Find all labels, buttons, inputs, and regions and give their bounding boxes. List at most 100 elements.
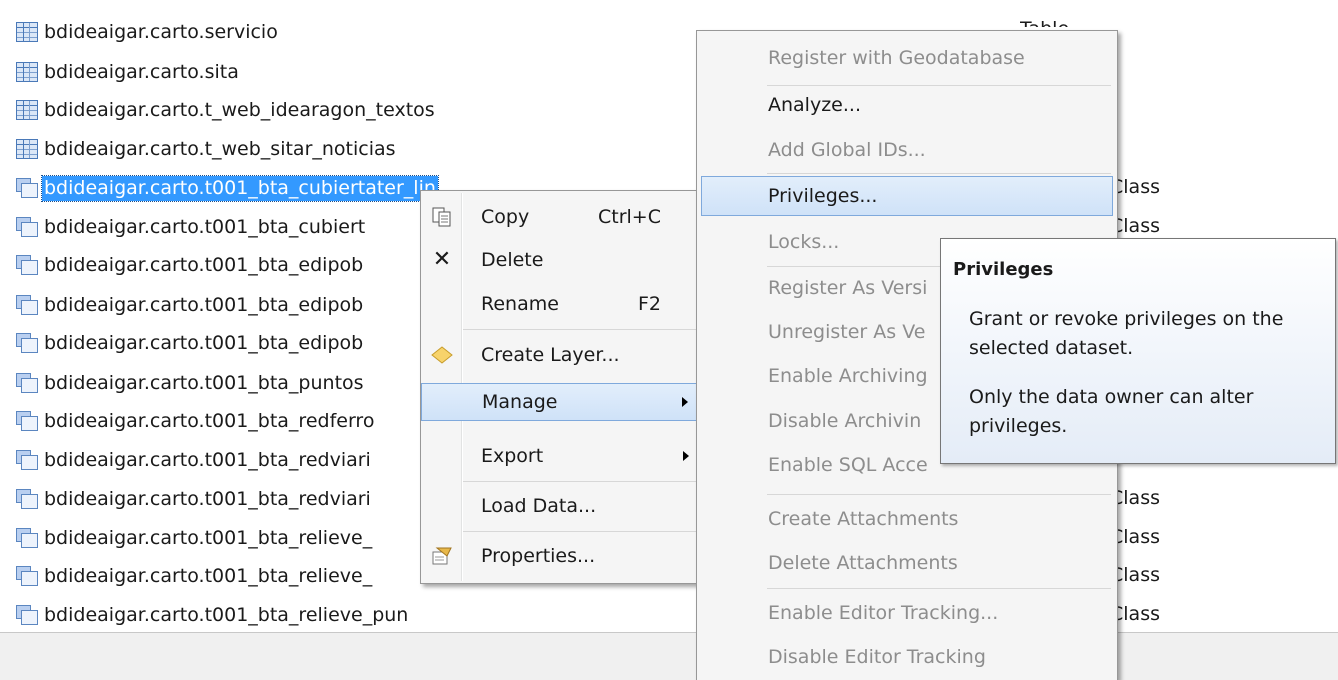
feature-class-icon xyxy=(16,411,38,431)
list-item[interactable]: bdideaigar.carto.t001_bta_redviari xyxy=(16,447,373,473)
menu-item-label: Create Attachments xyxy=(768,508,959,530)
menu-item-label: Delete xyxy=(481,249,544,271)
item-name: bdideaigar.carto.t001_bta_edipob xyxy=(44,331,364,354)
menu-item-label: Enable Archiving xyxy=(768,365,928,387)
list-item[interactable]: bdideaigar.carto.t001_bta_cubiert xyxy=(16,214,367,240)
table-icon xyxy=(16,139,38,159)
layer-icon xyxy=(431,346,453,364)
menu-item-label: Export xyxy=(481,445,544,467)
feature-class-icon xyxy=(16,605,38,625)
context-menu: Copy Ctrl+C ✕ Delete Rename F2 Create La… xyxy=(420,190,702,584)
list-item[interactable]: bdideaigar.carto.t001_bta_relieve_pun xyxy=(16,602,410,628)
item-name: bdideaigar.carto.t_web_idearagon_textos xyxy=(44,98,435,121)
feature-class-icon xyxy=(16,489,38,509)
menu-item-label: Load Data... xyxy=(481,495,597,517)
item-name: bdideaigar.carto.t001_bta_redferro xyxy=(44,409,375,432)
item-name: bdideaigar.carto.t001_bta_relieve_ xyxy=(44,526,373,549)
menu-item-label: Enable SQL Acce xyxy=(768,454,928,476)
item-name: bdideaigar.carto.t001_bta_relieve_ xyxy=(44,564,373,587)
menu-item-create-layer[interactable]: Create Layer... xyxy=(423,336,699,374)
feature-class-icon xyxy=(16,450,38,470)
item-name: bdideaigar.carto.t001_bta_cubiertater_li… xyxy=(41,174,439,202)
feature-class-icon xyxy=(16,178,38,198)
list-item[interactable]: bdideaigar.carto.t_web_idearagon_textos xyxy=(16,97,437,123)
delete-icon: ✕ xyxy=(432,247,452,272)
menu-item-enable-editor-tracking[interactable]: Enable Editor Tracking... xyxy=(699,594,1115,632)
menu-item-label: Disable Editor Tracking xyxy=(768,646,986,668)
list-item[interactable]: bdideaigar.carto.t001_bta_edipob xyxy=(16,252,365,278)
list-item[interactable]: bdideaigar.carto.t001_bta_relieve_ xyxy=(16,525,374,551)
menu-item-delete[interactable]: ✕ Delete xyxy=(423,241,699,279)
item-name: bdideaigar.carto.servicio xyxy=(44,20,278,43)
menu-separator xyxy=(767,494,1111,495)
item-name: bdideaigar.carto.t001_bta_cubiert xyxy=(44,215,366,238)
menu-item-delete-attachments[interactable]: Delete Attachments xyxy=(699,544,1115,582)
list-item[interactable]: bdideaigar.carto.sita xyxy=(16,59,241,85)
list-item[interactable]: bdideaigar.carto.t001_bta_redviari xyxy=(16,486,373,512)
submenu-arrow-icon xyxy=(682,397,688,407)
menu-item-add-global-ids[interactable]: Add Global IDs... xyxy=(699,131,1115,169)
list-item[interactable]: bdideaigar.carto.servicio xyxy=(16,19,280,45)
item-name: bdideaigar.carto.t001_bta_relieve_pun xyxy=(44,603,409,626)
list-item[interactable]: bdideaigar.carto.t001_bta_relieve_ xyxy=(16,563,374,589)
menu-item-disable-editor-tracking[interactable]: Disable Editor Tracking xyxy=(699,638,1115,676)
menu-item-label: Add Global IDs... xyxy=(768,139,926,161)
menu-item-label: Disable Archivin xyxy=(768,410,922,432)
list-item[interactable]: bdideaigar.carto.t001_bta_edipob xyxy=(16,292,365,318)
menu-item-register-with-geodatabase[interactable]: Register with Geodatabase xyxy=(699,39,1115,77)
feature-class-icon xyxy=(16,333,38,353)
item-name: bdideaigar.carto.t001_bta_edipob xyxy=(44,293,364,316)
list-item[interactable]: bdideaigar.carto.t_web_sitar_noticias xyxy=(16,136,398,162)
menu-item-copy[interactable]: Copy Ctrl+C xyxy=(423,198,699,236)
menu-item-label: Create Layer... xyxy=(481,344,620,366)
tooltip-body: Grant or revoke privileges on the select… xyxy=(969,305,1325,441)
list-item[interactable]: bdideaigar.carto.t001_bta_puntos xyxy=(16,370,366,396)
shortcut-label: F2 xyxy=(637,293,661,315)
menu-item-properties[interactable]: Properties... xyxy=(423,537,699,575)
menu-item-label: Copy xyxy=(481,206,530,228)
menu-item-load-data[interactable]: Load Data... xyxy=(423,487,699,525)
tooltip-line: Only the data owner can alter privileges… xyxy=(969,386,1254,437)
menu-item-label: Register As Versi xyxy=(768,277,928,299)
menu-item-label: Rename xyxy=(481,293,559,315)
menu-item-manage[interactable]: Manage xyxy=(421,383,699,421)
menu-item-rename[interactable]: Rename F2 xyxy=(423,285,699,323)
menu-item-create-attachments[interactable]: Create Attachments xyxy=(699,500,1115,538)
menu-item-label: Analyze... xyxy=(768,94,861,116)
item-name: bdideaigar.carto.t_web_sitar_noticias xyxy=(44,137,396,160)
item-name: bdideaigar.carto.t001_bta_puntos xyxy=(44,371,364,394)
tooltip-line: Grant or revoke privileges on the select… xyxy=(969,308,1284,359)
table-icon xyxy=(16,22,38,42)
submenu-arrow-icon xyxy=(683,451,689,461)
tooltip-title: Privileges xyxy=(953,259,1054,280)
feature-class-icon xyxy=(16,255,38,275)
list-item-selected[interactable]: bdideaigar.carto.t001_bta_cubiertater_li… xyxy=(16,174,439,202)
item-name: bdideaigar.carto.t001_bta_edipob xyxy=(44,253,364,276)
shortcut-label: Ctrl+C xyxy=(598,206,661,228)
privileges-tooltip: Privileges Grant or revoke privileges on… xyxy=(940,238,1336,464)
menu-item-analyze[interactable]: Analyze... xyxy=(699,86,1115,124)
item-name: bdideaigar.carto.t001_bta_redviari xyxy=(44,487,371,510)
menu-item-privileges[interactable]: Privileges... xyxy=(701,176,1113,216)
menu-separator xyxy=(767,588,1111,589)
menu-item-label: Unregister As Ve xyxy=(768,321,926,343)
menu-item-label: Properties... xyxy=(481,545,596,567)
item-name: bdideaigar.carto.sita xyxy=(44,60,239,83)
menu-item-label: Enable Editor Tracking... xyxy=(768,602,999,624)
list-item[interactable]: bdideaigar.carto.t001_bta_edipob xyxy=(16,330,365,356)
menu-separator xyxy=(767,173,1111,174)
menu-separator xyxy=(463,531,697,532)
feature-class-icon xyxy=(16,373,38,393)
feature-class-icon xyxy=(16,295,38,315)
menu-item-label: Manage xyxy=(482,391,558,413)
menu-separator xyxy=(463,481,697,482)
table-icon xyxy=(16,62,38,82)
list-item[interactable]: bdideaigar.carto.t001_bta_redferro xyxy=(16,408,376,434)
copy-icon xyxy=(432,207,451,227)
feature-class-icon xyxy=(16,528,38,548)
type-cell: Table xyxy=(1020,17,1069,27)
menu-item-export[interactable]: Export xyxy=(423,437,699,475)
status-bar xyxy=(0,632,1338,680)
menu-item-label: Register with Geodatabase xyxy=(768,47,1025,69)
menu-item-label: Delete Attachments xyxy=(768,552,958,574)
